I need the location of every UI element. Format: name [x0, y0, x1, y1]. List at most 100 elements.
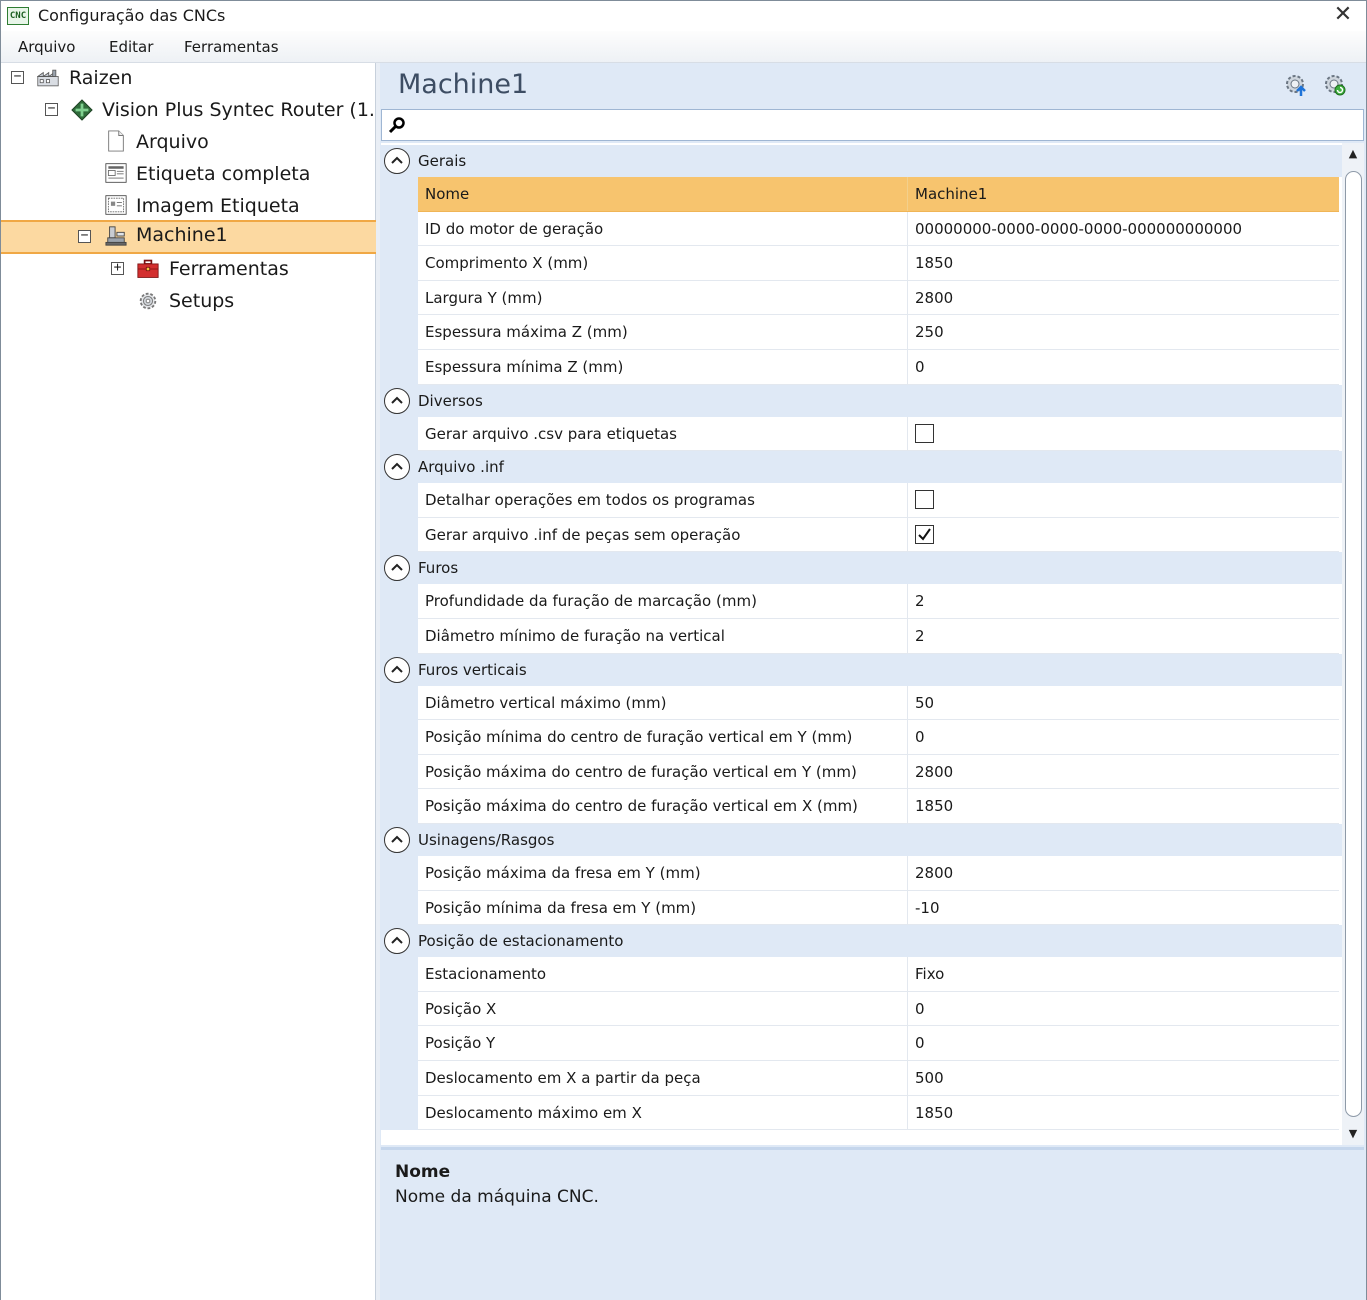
collapse-category-icon[interactable] [384, 827, 410, 853]
search-bar [381, 109, 1364, 141]
property-value[interactable]: 250 [915, 323, 944, 341]
property-row[interactable]: ID do motor de geração 00000000-0000-0000… [418, 211, 1339, 247]
property-value[interactable]: 2800 [915, 864, 953, 882]
property-value[interactable]: -10 [915, 899, 940, 917]
property-name: Posição máxima da fresa em Y (mm) [425, 864, 701, 882]
column-divider [907, 246, 908, 280]
checkbox-unchecked[interactable] [915, 490, 934, 510]
property-row[interactable]: Posição mínima do centro de furação vert… [418, 720, 1339, 755]
collapse-category-icon[interactable] [384, 454, 410, 481]
property-name: Deslocamento em X a partir da peça [425, 1069, 701, 1087]
collapse-icon[interactable]: − [11, 70, 24, 84]
property-value[interactable]: 2800 [915, 289, 953, 307]
close-button[interactable]: ✕ [1320, 1, 1366, 31]
scroll-down-arrow-icon[interactable]: ▼ [1342, 1123, 1364, 1145]
property-row[interactable]: Gerar arquivo .inf de peças sem operação [418, 517, 1339, 553]
property-row[interactable]: Posição mínima da fresa em Y (mm) -10 [418, 890, 1339, 926]
property-name: Posição Y [425, 1034, 496, 1053]
column-divider [907, 856, 908, 890]
property-row[interactable]: Profundidade da furação de marcação (mm)… [418, 584, 1339, 619]
column-divider [907, 177, 908, 211]
property-value[interactable]: 1850 [915, 1104, 953, 1122]
property-row[interactable]: Deslocamento máximo em X 1850 [418, 1095, 1339, 1131]
property-row[interactable]: Largura Y (mm) 2800 [418, 280, 1339, 316]
property-value[interactable]: 50 [915, 694, 934, 712]
tree-item-machine1[interactable]: − Machine1 [1, 220, 376, 254]
tree-item-imagem-etiqueta[interactable]: Imagem Etiqueta [1, 191, 376, 221]
tree-item-arquivo[interactable]: Arquivo [1, 127, 376, 157]
category-label: Usinagens/Rasgos [418, 831, 555, 849]
tree-item-ferramentas[interactable]: + Ferramentas [1, 254, 376, 284]
gear-refresh-icon[interactable] [1323, 73, 1347, 97]
collapse-icon[interactable]: − [78, 229, 91, 243]
property-value[interactable]: 0 [915, 1034, 925, 1052]
tree-item-router[interactable]: − Vision Plus Syntec Router (1.0) [1, 95, 394, 125]
property-value[interactable]: Fixo [915, 965, 944, 983]
scroll-up-arrow-icon[interactable]: ▲ [1342, 143, 1364, 165]
property-value[interactable]: 2800 [915, 763, 953, 781]
property-row[interactable]: Posição máxima da fresa em Y (mm) 2800 [418, 856, 1339, 891]
menu-ferramentas[interactable]: Ferramentas [184, 38, 279, 56]
property-row[interactable]: Diâmetro mínimo de furação na vertical 2 [418, 619, 1339, 654]
property-value[interactable]: 0 [915, 728, 925, 746]
search-input[interactable] [410, 112, 1350, 138]
tree-item-etiqueta-completa[interactable]: Etiqueta completa [1, 159, 376, 189]
property-value[interactable]: 2 [915, 592, 925, 610]
expand-icon[interactable]: + [111, 261, 124, 275]
collapse-category-icon[interactable] [384, 148, 410, 174]
property-name: Estacionamento [425, 965, 547, 984]
property-row[interactable]: Comprimento X (mm) 1850 [418, 246, 1339, 281]
column-divider [907, 957, 908, 991]
property-value[interactable]: 0 [915, 358, 925, 376]
menu-editar[interactable]: Editar [109, 38, 153, 56]
property-row[interactable]: Espessura mínima Z (mm) 0 [418, 350, 1339, 385]
property-row[interactable]: Espessura máxima Z (mm) 250 [418, 315, 1339, 350]
label-full-icon [105, 163, 127, 183]
collapse-category-icon[interactable] [384, 928, 410, 955]
property-row[interactable]: Gerar arquivo .csv para etiquetas [418, 416, 1339, 452]
property-row[interactable]: Estacionamento Fixo [418, 957, 1339, 992]
property-value[interactable]: 00000000-0000-0000-0000-000000000000 [915, 220, 1242, 238]
checkmark-icon [918, 528, 931, 541]
property-row[interactable]: Deslocamento em X a partir da peça 500 [418, 1061, 1339, 1096]
property-value[interactable]: 0 [915, 1000, 925, 1018]
property-value[interactable]: Machine1 [915, 185, 987, 203]
property-value[interactable]: 1850 [915, 254, 953, 272]
property-row[interactable]: Nome Machine1 [418, 177, 1339, 212]
gear-upload-icon[interactable] [1284, 73, 1308, 97]
property-value[interactable]: 2 [915, 627, 925, 645]
menu-arquivo[interactable]: Arquivo [18, 38, 75, 56]
property-name: Posição máxima do centro de furação vert… [425, 762, 857, 781]
property-row[interactable]: Diâmetro vertical máximo (mm) 50 [418, 685, 1339, 721]
property-name: Detalhar operações em todos os programas [425, 491, 755, 510]
category-label: Furos [418, 559, 459, 578]
tree-item-setups[interactable]: Setups [1, 286, 376, 316]
property-name: Diâmetro vertical máximo (mm) [425, 693, 667, 712]
collapse-category-icon[interactable] [384, 656, 410, 683]
property-row[interactable]: Detalhar operações em todos os programas [418, 483, 1339, 518]
checkbox-unchecked[interactable] [915, 423, 934, 443]
property-row[interactable]: Posição Y 0 [418, 1026, 1339, 1061]
collapse-category-icon[interactable] [384, 555, 410, 582]
vertical-scrollbar[interactable]: ▲ ▼ [1342, 143, 1364, 1145]
property-name: Espessura máxima Z (mm) [425, 323, 628, 342]
property-row[interactable]: Posição máxima do centro de furação vert… [418, 754, 1339, 790]
property-value[interactable]: 1850 [915, 797, 953, 815]
scroll-thumb[interactable] [1345, 171, 1362, 1117]
column-divider [907, 1026, 908, 1060]
column-divider [907, 720, 908, 754]
tree-label-etiqueta-completa: Etiqueta completa [136, 163, 311, 185]
tree-label-machine1: Machine1 [136, 224, 228, 246]
collapse-icon[interactable]: − [45, 102, 58, 116]
property-name: Profundidade da furação de marcação (mm) [425, 592, 757, 611]
property-name: Largura Y (mm) [425, 288, 543, 307]
collapse-category-icon[interactable] [384, 387, 410, 414]
column-divider [907, 315, 908, 349]
category-label: Posição de estacionamento [418, 932, 624, 951]
property-row[interactable]: Posição máxima do centro de furação vert… [418, 789, 1339, 824]
tree-item-raizen[interactable]: − Raizen [1, 63, 376, 93]
property-row[interactable]: Posição X 0 [418, 991, 1339, 1027]
checkbox-checked[interactable] [915, 524, 934, 544]
property-value[interactable]: 500 [915, 1069, 944, 1087]
category-gutter [381, 856, 418, 926]
